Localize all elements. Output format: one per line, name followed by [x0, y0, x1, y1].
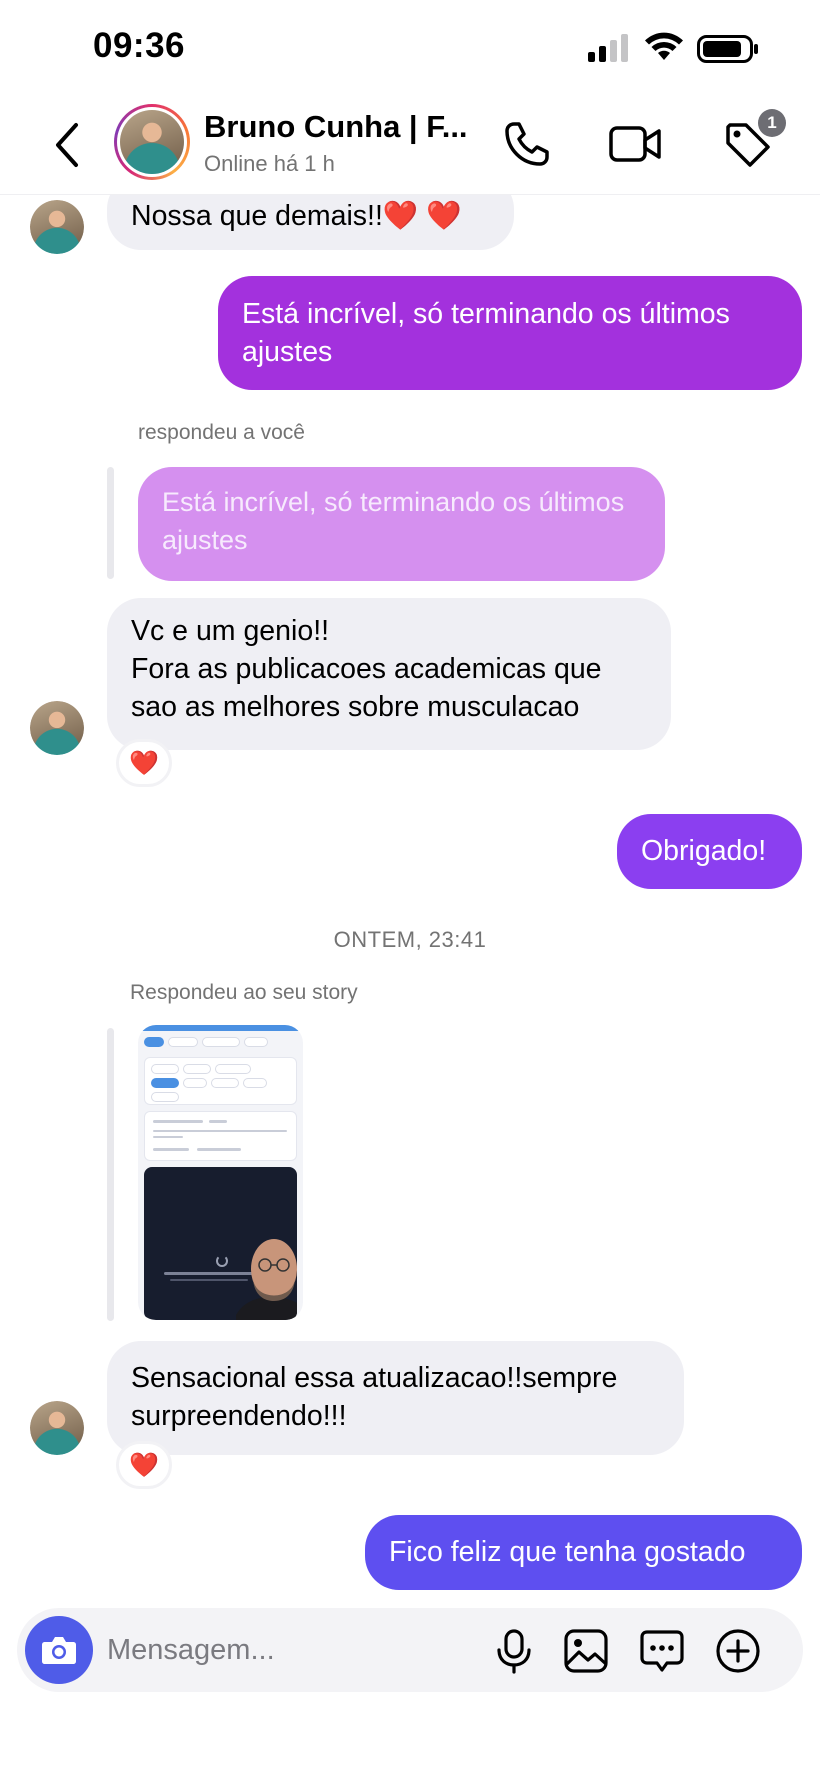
message-text-line: Fora as publicacoes academicas que sao a…: [131, 653, 602, 723]
sender-avatar[interactable]: [30, 1401, 84, 1455]
camera-button[interactable]: [25, 1616, 93, 1684]
message-text: Obrigado!: [641, 835, 767, 867]
outgoing-message-bubble[interactable]: Obrigado!: [617, 814, 802, 889]
incoming-message-bubble[interactable]: Vc e um genio!! Fora as publicacoes acad…: [107, 598, 671, 750]
message-text-line: Vc e um genio!!: [131, 615, 330, 647]
reply-indicator-bar: [107, 467, 114, 579]
story-reply-label: Respondeu ao seu story: [130, 981, 358, 1004]
status-bar: 09:36: [0, 0, 820, 95]
back-arrow-icon[interactable]: [48, 119, 88, 171]
gallery-image-icon[interactable]: [563, 1628, 609, 1674]
video-call-icon[interactable]: [608, 119, 664, 169]
status-time: 09:36: [93, 26, 186, 65]
heart-reaction[interactable]: ❤️: [116, 739, 172, 787]
incoming-message-bubble[interactable]: Nossa que demais!!❤️ ❤️: [107, 195, 514, 250]
message-text: Fico feliz que tenha gostado: [389, 1536, 746, 1568]
sticker-chat-icon[interactable]: [639, 1628, 685, 1674]
outgoing-message-bubble[interactable]: Está incrível, só terminando os últimos …: [218, 276, 802, 390]
quoted-message[interactable]: Está incrível, só terminando os últimos …: [138, 467, 665, 581]
reply-label: respondeu a você: [138, 421, 305, 444]
wifi-icon: [645, 32, 683, 60]
contact-online-status: Online há 1 h: [204, 151, 335, 176]
reply-indicator-bar: [107, 1028, 114, 1321]
message-input[interactable]: [107, 1608, 437, 1692]
heart-reaction[interactable]: ❤️: [116, 1441, 172, 1489]
date-separator: ONTEM, 23:41: [333, 927, 487, 952]
contact-name[interactable]: Bruno Cunha | F...: [204, 109, 468, 145]
microphone-icon[interactable]: [491, 1628, 537, 1674]
add-plus-icon[interactable]: [715, 1628, 761, 1674]
sender-avatar[interactable]: [30, 701, 84, 755]
message-text: Sensacional essa atualizacao!!sempre sur…: [131, 1362, 618, 1432]
phone-call-icon[interactable]: [502, 119, 552, 169]
chat-thread[interactable]: Nossa que demais!!❤️ ❤️ Está incrível, s…: [0, 195, 820, 1595]
battery-icon: [697, 35, 758, 63]
sender-avatar[interactable]: [30, 200, 84, 254]
message-text: Está incrível, só terminando os últimos …: [242, 298, 730, 368]
incoming-message-bubble[interactable]: Sensacional essa atualizacao!!sempre sur…: [107, 1341, 684, 1455]
story-thumbnail[interactable]: [138, 1025, 303, 1320]
contact-avatar[interactable]: [114, 104, 190, 180]
cellular-signal-icon: [588, 34, 628, 62]
message-text: Nossa que demais!!❤️ ❤️: [131, 200, 462, 232]
tag-count-badge: 1: [758, 109, 786, 137]
chat-header: Bruno Cunha | F... Online há 1 h 1: [0, 95, 820, 195]
message-composer: [17, 1608, 803, 1692]
outgoing-message-bubble[interactable]: Fico feliz que tenha gostado: [365, 1515, 802, 1590]
camera-icon: [42, 1637, 76, 1664]
